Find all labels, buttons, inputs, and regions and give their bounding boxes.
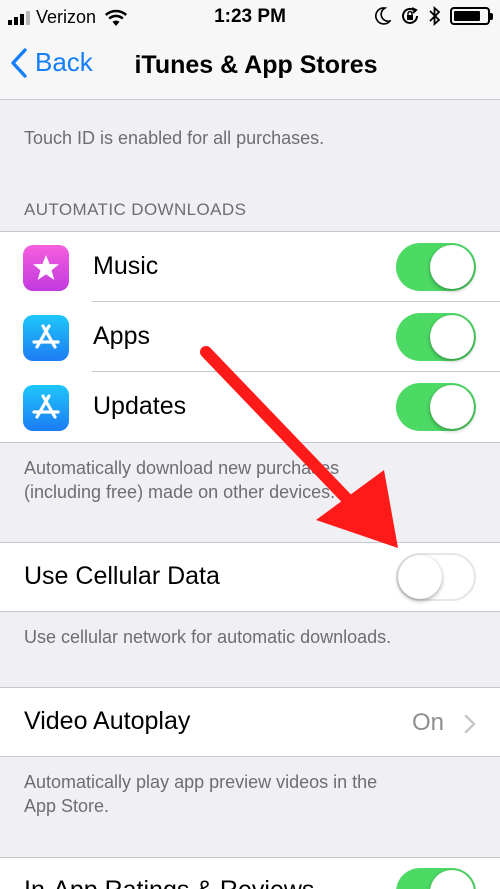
video-autoplay-group: Video Autoplay On xyxy=(0,687,500,757)
status-bar: Verizon 1:23 PM xyxy=(0,0,500,34)
bluetooth-icon xyxy=(429,6,441,26)
cellular-footer: Use cellular network for automatic downl… xyxy=(24,627,392,647)
moon-icon xyxy=(375,7,391,25)
music-row: Music xyxy=(0,232,500,302)
updates-row: Updates xyxy=(0,372,500,442)
footer-line: Automatically play app preview videos in… xyxy=(24,772,378,792)
updates-toggle[interactable] xyxy=(396,383,476,431)
video-autoplay-label: Video Autoplay xyxy=(24,707,191,735)
video-autoplay-row[interactable]: Video Autoplay On xyxy=(0,688,500,756)
status-right xyxy=(375,6,493,26)
cellular-row: Use Cellular Data xyxy=(0,543,500,611)
footer-line: App Store. xyxy=(24,796,110,816)
video-autoplay-value: On xyxy=(411,709,444,736)
footer-line: (including free) made on other devices. xyxy=(24,482,336,502)
ratings-group: In-App Ratings & Reviews xyxy=(0,857,500,889)
automatic-downloads-header: AUTOMATIC DOWNLOADS xyxy=(24,200,247,219)
apps-row: Apps xyxy=(0,302,500,372)
star-icon xyxy=(33,255,59,280)
apps-app-icon xyxy=(23,315,69,361)
automatic-downloads-group: Music Apps Updates xyxy=(0,231,500,443)
updates-app-icon xyxy=(23,385,69,431)
battery-icon xyxy=(450,7,493,25)
cellular-group: Use Cellular Data xyxy=(0,542,500,612)
rotation-lock-icon xyxy=(402,7,418,24)
chevron-right-icon xyxy=(464,714,476,734)
music-app-icon xyxy=(23,245,69,291)
touch-id-note: Touch ID is enabled for all purchases. xyxy=(24,128,325,148)
footer-line: Automatically download new purchases xyxy=(24,458,340,478)
app-store-icon xyxy=(32,324,60,349)
ratings-row: In-App Ratings & Reviews xyxy=(0,858,500,889)
video-autoplay-footer: Automatically play app preview videos in… xyxy=(24,770,480,818)
updates-label: Updates xyxy=(93,392,187,420)
ratings-toggle[interactable] xyxy=(396,868,476,889)
cellular-toggle[interactable] xyxy=(396,553,476,601)
ratings-label: In-App Ratings & Reviews xyxy=(24,876,314,889)
navigation-bar: Back iTunes & App Stores xyxy=(0,34,500,100)
page-title: iTunes & App Stores xyxy=(134,51,378,79)
apps-toggle[interactable] xyxy=(396,313,476,361)
music-toggle[interactable] xyxy=(396,243,476,291)
apps-label: Apps xyxy=(93,322,150,350)
automatic-downloads-footer: Automatically download new purchases (in… xyxy=(24,456,480,504)
music-label: Music xyxy=(93,252,159,280)
app-store-icon xyxy=(32,394,60,419)
cellular-label: Use Cellular Data xyxy=(24,562,220,590)
